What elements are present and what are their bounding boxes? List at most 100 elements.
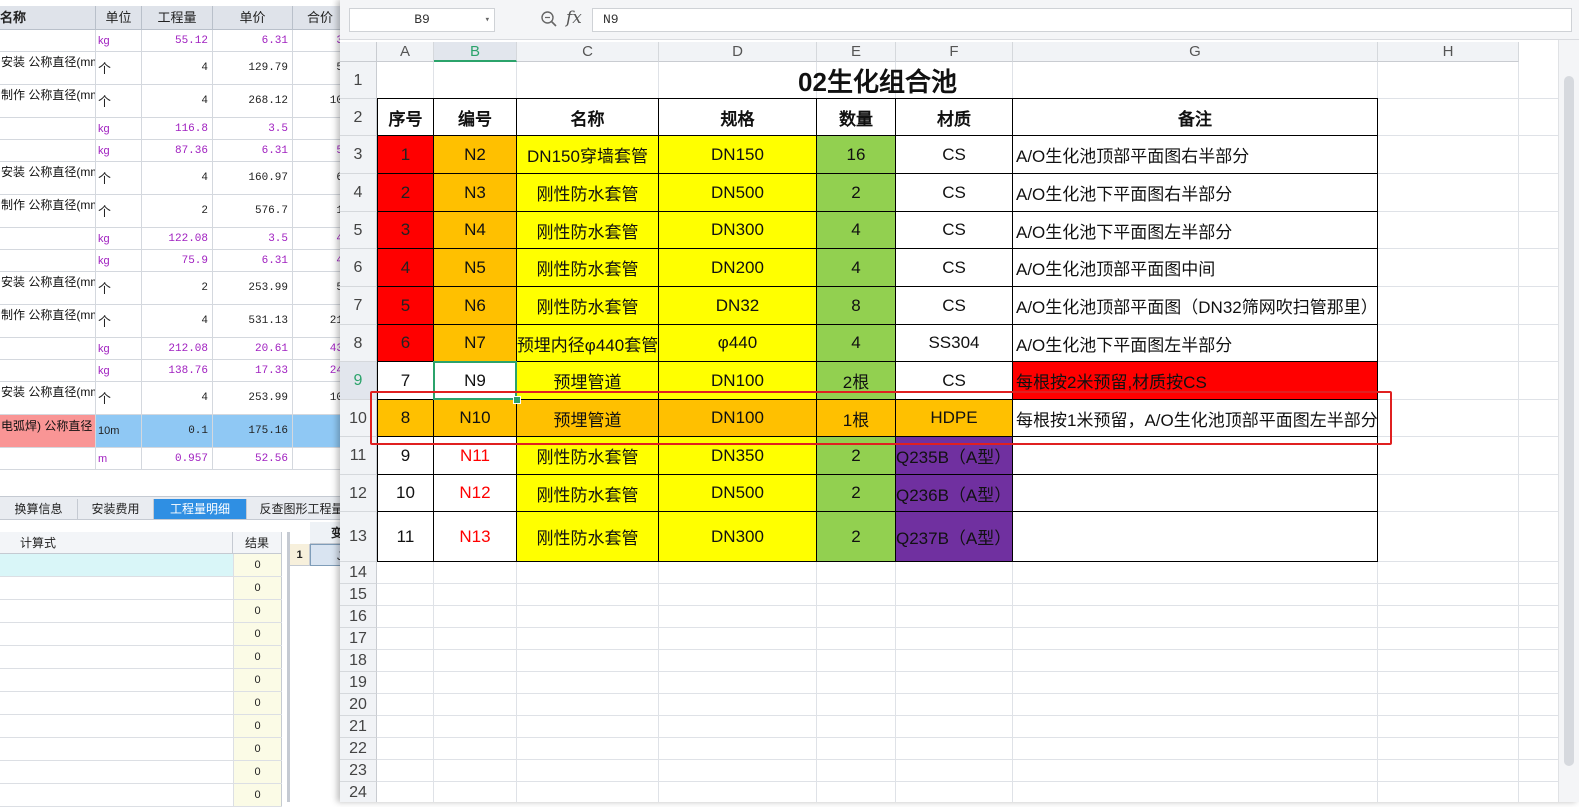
row-header-15[interactable]: 15 — [340, 584, 377, 606]
scrollbar-thumb[interactable] — [1564, 76, 1574, 766]
data-cell[interactable]: 4 — [377, 249, 434, 287]
row-header-24[interactable]: 24 — [340, 782, 377, 802]
row-header-5[interactable]: 5 — [340, 212, 377, 249]
data-cell[interactable]: DN350 — [659, 437, 817, 475]
data-cell[interactable]: Q235B（A型） — [896, 437, 1013, 475]
bg-tab[interactable]: 安装费用 — [78, 499, 154, 519]
data-cell[interactable]: CS — [896, 287, 1013, 325]
column-header-e[interactable]: E — [817, 42, 896, 62]
column-header-f[interactable]: F — [896, 42, 1013, 62]
column-header-a[interactable]: A — [377, 42, 434, 62]
formula-input[interactable]: N9 — [592, 8, 1572, 32]
data-cell[interactable]: N9 — [434, 362, 517, 400]
bg-table-row[interactable]: 制作 公称直径(mm 个 4 531.13 21 — [0, 305, 348, 338]
fill-handle[interactable] — [513, 396, 521, 404]
bg-formula-row[interactable]: 0 — [0, 623, 282, 646]
data-cell[interactable]: 8 — [377, 400, 434, 437]
row-header-6[interactable]: 6 — [340, 249, 377, 287]
data-cell[interactable]: φ440 — [659, 325, 817, 362]
data-cell[interactable]: 8 — [817, 287, 896, 325]
data-cell[interactable]: N6 — [434, 287, 517, 325]
data-cell[interactable]: DN150 — [659, 136, 817, 174]
row-header-8[interactable]: 8 — [340, 325, 377, 362]
data-cell[interactable] — [1013, 437, 1378, 475]
zoom-icon[interactable] — [540, 10, 558, 28]
data-cell[interactable]: 7 — [377, 362, 434, 400]
data-cell[interactable]: DN300 — [659, 212, 817, 249]
row-header-10[interactable]: 10 — [340, 400, 377, 437]
data-cell[interactable]: 4 — [817, 249, 896, 287]
data-cell[interactable]: N13 — [434, 512, 517, 562]
row-header-18[interactable]: 18 — [340, 650, 377, 672]
data-cell[interactable]: N12 — [434, 475, 517, 512]
bg-table-row[interactable]: kg 138.76 17.33 24 — [0, 360, 348, 382]
data-cell[interactable]: DN300 — [659, 512, 817, 562]
bg-formula-row[interactable]: 0 — [0, 738, 282, 761]
column-header-c[interactable]: C — [517, 42, 659, 62]
data-cell[interactable]: 预埋管道 — [517, 400, 659, 437]
bg-formula-row[interactable]: 0 — [0, 692, 282, 715]
data-cell[interactable]: DN32 — [659, 287, 817, 325]
data-cell[interactable]: 刚性防水套管 — [517, 287, 659, 325]
bg-tab[interactable]: 换算信息 — [0, 499, 78, 519]
column-header-d[interactable]: D — [659, 42, 817, 62]
data-cell[interactable]: 刚性防水套管 — [517, 212, 659, 249]
chevron-down-icon[interactable]: ▾ — [485, 9, 490, 31]
data-cell[interactable]: N10 — [434, 400, 517, 437]
header-cell[interactable]: 序号 — [377, 99, 434, 136]
header-cell[interactable]: 编号 — [434, 99, 517, 136]
data-cell[interactable]: 每根按1米预留，A/O生化池顶部平面图左半部分 — [1013, 400, 1378, 437]
row-header-21[interactable]: 21 — [340, 716, 377, 738]
bg-table-row[interactable]: kg 116.8 3.5 — [0, 118, 348, 140]
data-cell[interactable]: 11 — [377, 512, 434, 562]
data-cell[interactable]: SS304 — [896, 325, 1013, 362]
data-cell[interactable]: A/O生化池下平面图左半部分 — [1013, 325, 1378, 362]
data-cell[interactable]: 16 — [817, 136, 896, 174]
bg-formula-row[interactable]: 0 — [0, 646, 282, 669]
data-cell[interactable]: N2 — [434, 136, 517, 174]
data-cell[interactable]: 刚性防水套管 — [517, 512, 659, 562]
data-cell[interactable]: A/O生化池下平面图左半部分 — [1013, 212, 1378, 249]
bg-table-row[interactable]: kg75.96.314 — [0, 250, 348, 272]
bg-table-row[interactable]: 安装 公称直径(mm个4160.976 — [0, 162, 348, 195]
data-cell[interactable]: N11 — [434, 437, 517, 475]
select-all-corner[interactable] — [340, 42, 377, 62]
data-cell[interactable]: 刚性防水套管 — [517, 174, 659, 212]
data-cell[interactable]: 2 — [817, 475, 896, 512]
bg-formula-row[interactable]: 0 — [0, 577, 282, 600]
data-cell[interactable]: 4 — [817, 212, 896, 249]
bg-formula-row[interactable]: 0 — [0, 600, 282, 623]
data-cell[interactable]: N4 — [434, 212, 517, 249]
header-cell[interactable]: 规格 — [659, 99, 817, 136]
vertical-scrollbar[interactable] — [1558, 40, 1579, 802]
bg-formula-row[interactable]: 0 — [0, 554, 282, 577]
name-box[interactable]: B9 ▾ — [349, 8, 495, 32]
data-cell[interactable]: DN500 — [659, 475, 817, 512]
data-cell[interactable]: 2 — [817, 437, 896, 475]
row-header-3[interactable]: 3 — [340, 136, 377, 174]
bg-table-row[interactable]: kg122.083.54 — [0, 228, 348, 250]
row-header-14[interactable]: 14 — [340, 562, 377, 584]
data-cell[interactable]: CS — [896, 212, 1013, 249]
data-cell[interactable]: 3 — [377, 212, 434, 249]
data-cell[interactable]: 刚性防水套管 — [517, 437, 659, 475]
bg-table-row[interactable]: 电弧焊) 公称直径 10m 0.1 175.16 — [0, 415, 348, 448]
data-cell[interactable]: DN100 — [659, 400, 817, 437]
bg-table-row[interactable]: 安装 公称直径(mm个2253.995 — [0, 272, 348, 305]
row-header-20[interactable]: 20 — [340, 694, 377, 716]
row-header-1[interactable]: 1 — [340, 62, 377, 99]
data-cell[interactable]: 5 — [377, 287, 434, 325]
header-cell[interactable]: 名称 — [517, 99, 659, 136]
row-header-4[interactable]: 4 — [340, 174, 377, 212]
row-header-23[interactable]: 23 — [340, 760, 377, 782]
row-header-13[interactable]: 13 — [340, 512, 377, 562]
data-cell[interactable]: 1根 — [817, 400, 896, 437]
data-cell[interactable]: 4 — [817, 325, 896, 362]
row-header-17[interactable]: 17 — [340, 628, 377, 650]
column-header-g[interactable]: G — [1013, 42, 1378, 62]
data-cell[interactable]: CS — [896, 136, 1013, 174]
bg-table-row[interactable]: 制作 公称直径(mm个2576.71 — [0, 195, 348, 228]
bg-table-row[interactable]: kg87.366.315 — [0, 140, 348, 162]
data-cell[interactable]: N5 — [434, 249, 517, 287]
data-cell[interactable]: DN150穿墙套管 — [517, 136, 659, 174]
